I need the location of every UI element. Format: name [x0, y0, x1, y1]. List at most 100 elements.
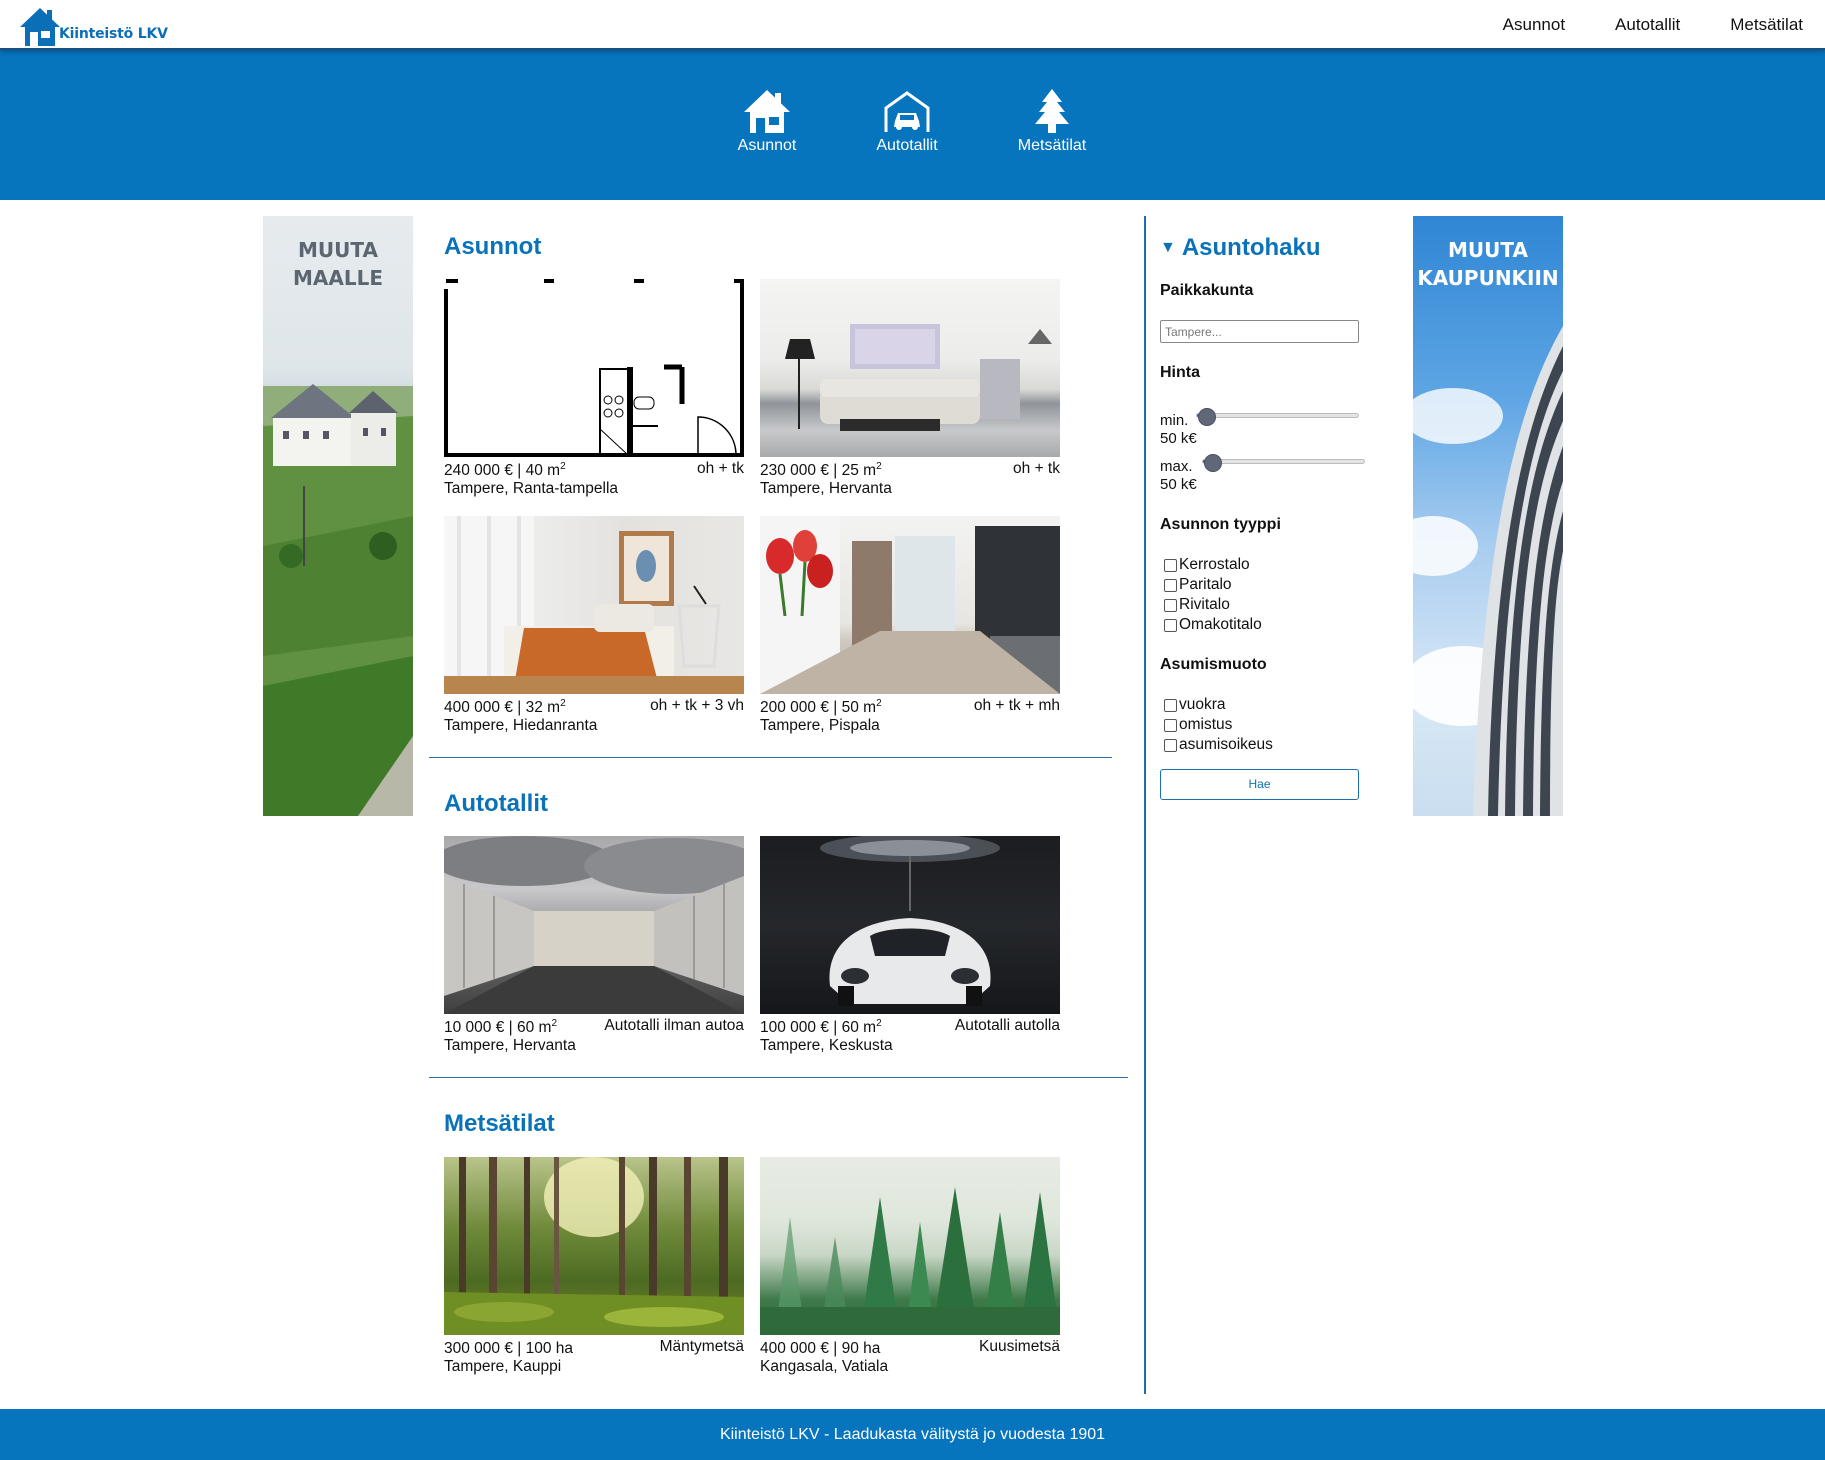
listing-type: oh + tk	[1013, 460, 1060, 477]
nav-asunnot[interactable]: Asunnot	[1503, 15, 1565, 35]
tenure-option[interactable]: omistus	[1164, 715, 1273, 735]
checkbox[interactable]	[1164, 618, 1177, 632]
listing-location: Kangasala, Vatiala	[760, 1358, 889, 1375]
listing-location: Tampere, Hiedanranta	[444, 717, 598, 734]
garage-icon	[884, 91, 930, 132]
listing-location: Tampere, Hervanta	[444, 1037, 576, 1054]
footer-text: Kiinteistö LKV - Laadukasta välitystä jo…	[719, 1426, 1106, 1443]
logo[interactable]: Kiinteistö LKV	[19, 3, 168, 47]
housing-type-label: Asunnon tyyppi	[1160, 516, 1281, 533]
listing-card[interactable]: 400 000 € | 90 ha Kangasala, Vatiala Kuu…	[760, 1157, 1060, 1380]
min-price-value: 50 k€	[1160, 430, 1197, 447]
listing-type: oh + tk + 3 vh	[650, 697, 744, 714]
house-icon	[744, 90, 790, 133]
banner-muuta-maalle[interactable]: MUUTA MAALLE	[263, 216, 413, 816]
housing-type-option[interactable]: Kerrostalo	[1164, 555, 1262, 575]
checkbox[interactable]	[1164, 598, 1177, 612]
listing-type: Autotalli autolla	[954, 1017, 1060, 1034]
hero-asunnot-label: Asunnot	[737, 137, 797, 154]
hero-asunnot[interactable]: Asunnot	[707, 88, 827, 155]
listing-card[interactable]: 10 000 € | 60 m2 Tampere, Hervanta Autot…	[444, 836, 744, 1059]
logo-text: Kiinteistö LKV	[59, 26, 168, 42]
listing-location: Tampere, Ranta-tampella	[444, 480, 619, 497]
listing-card[interactable]: 100 000 € | 60 m2 Tampere, Keskusta Auto…	[760, 836, 1060, 1059]
listing-price: 240 000 € | 40 m	[444, 462, 561, 479]
min-price-row: min. 50 k€	[1160, 406, 1370, 447]
listing-location: Tampere, Kauppi	[444, 1358, 562, 1375]
checkbox[interactable]	[1164, 718, 1177, 732]
location-input[interactable]	[1160, 320, 1359, 343]
listing-card[interactable]: 200 000 € | 50 m2 Tampere, Pispala oh + …	[760, 516, 1060, 739]
tenure-options: vuokra omistus asumisoikeus	[1164, 695, 1273, 755]
nav-autotallit[interactable]: Autotallit	[1615, 15, 1680, 35]
hero-band: Asunnot Autotallit Metsätilat	[0, 50, 1825, 200]
checkbox[interactable]	[1164, 738, 1177, 752]
hero-metsatilat[interactable]: Metsätilat	[992, 88, 1112, 155]
listing-type: Kuusimetsä	[979, 1338, 1060, 1355]
max-price-thumb[interactable]	[1203, 454, 1222, 472]
listing-price: 400 000 € | 32 m	[444, 699, 561, 716]
listing-type: oh + tk	[697, 460, 744, 477]
search-title: Asuntohaku	[1181, 234, 1321, 261]
tenure-label: Asumismuoto	[1160, 656, 1267, 673]
max-price-value: 50 k€	[1160, 476, 1197, 493]
max-price-label: max.	[1160, 458, 1193, 475]
listing-price: 400 000 € | 90 ha	[760, 1340, 881, 1357]
hero-autotallit-label: Autotallit	[876, 137, 938, 154]
search-toggle[interactable]: ▼ Asuntohaku	[1160, 234, 1321, 262]
footer: Kiinteistö LKV - Laadukasta välitystä jo…	[0, 1409, 1825, 1460]
sidebar-divider	[1144, 216, 1146, 1394]
listing-price: 300 000 € | 100 ha	[444, 1340, 574, 1357]
sports-car-garage-photo	[760, 836, 1060, 1014]
section-title-metsatilat: Metsätilat	[444, 1110, 555, 1137]
housing-type-option[interactable]: Rivitalo	[1164, 595, 1262, 615]
nav-metsatilat[interactable]: Metsätilat	[1730, 15, 1803, 35]
section-divider	[429, 1077, 1128, 1078]
listing-card[interactable]: 300 000 € | 100 ha Tampere, Kauppi Mänty…	[444, 1157, 744, 1380]
min-price-label: min.	[1160, 412, 1189, 429]
countryside-illustration	[263, 384, 413, 816]
housing-type-option[interactable]: Paritalo	[1164, 575, 1262, 595]
listing-location: Tampere, Pispala	[760, 717, 880, 734]
tree-icon	[1035, 89, 1069, 133]
max-price-row: max. 50 k€	[1160, 452, 1370, 493]
listing-card[interactable]: 400 000 € | 32 m2 Tampere, Hiedanranta o…	[444, 516, 744, 739]
checkbox[interactable]	[1164, 578, 1177, 592]
listing-price: 10 000 € | 60 m	[444, 1019, 552, 1036]
section-title-autotallit: Autotallit	[444, 790, 548, 817]
search-submit-button[interactable]: Hae	[1160, 769, 1359, 800]
min-price-thumb[interactable]	[1197, 408, 1216, 426]
pine-forest-photo	[444, 1157, 744, 1335]
banner-left-title: MUUTA MAALLE	[292, 238, 383, 290]
housing-type-option[interactable]: Omakotitalo	[1164, 615, 1262, 635]
hero-autotallit[interactable]: Autotallit	[847, 88, 967, 155]
listing-type: Mäntymetsä	[659, 1338, 744, 1355]
min-price-slider[interactable]	[1196, 408, 1359, 426]
tenure-option[interactable]: asumisoikeus	[1164, 735, 1273, 755]
max-price-slider[interactable]	[1202, 454, 1365, 472]
checkbox[interactable]	[1164, 698, 1177, 712]
section-divider	[429, 757, 1112, 758]
triangle-down-icon: ▼	[1160, 239, 1176, 256]
logo-house-icon	[20, 8, 60, 46]
listing-card[interactable]: 240 000 € | 40 m2 Tampere, Ranta-tampell…	[444, 279, 744, 502]
kitchen-photo	[760, 516, 1060, 694]
bedroom-photo	[444, 516, 744, 694]
tenure-option[interactable]: vuokra	[1164, 695, 1273, 715]
listing-card[interactable]: 230 000 € | 25 m2 Tampere, Hervanta oh +…	[760, 279, 1060, 502]
listing-location: Tampere, Keskusta	[760, 1037, 893, 1054]
listing-type: oh + tk + mh	[973, 697, 1060, 714]
price-label: Hinta	[1160, 364, 1200, 381]
checkbox[interactable]	[1164, 558, 1177, 572]
listing-location: Tampere, Hervanta	[760, 480, 892, 497]
listing-type: Autotalli ilman autoa	[604, 1017, 744, 1034]
location-label: Paikkakunta	[1160, 282, 1254, 299]
banner-right-title: MUUTA KAUPUNKIIN	[1417, 238, 1559, 290]
hero-metsatilat-label: Metsätilat	[1017, 137, 1087, 154]
top-nav: Asunnot Autotallit Metsätilat	[1503, 0, 1825, 50]
spruce-forest-photo	[760, 1157, 1060, 1335]
floorplan-image	[444, 279, 744, 457]
banner-muuta-kaupunkiin[interactable]: MUUTA KAUPUNKIIN	[1413, 216, 1563, 816]
listing-price: 200 000 € | 50 m	[760, 699, 877, 716]
building-illustration	[1413, 326, 1563, 816]
